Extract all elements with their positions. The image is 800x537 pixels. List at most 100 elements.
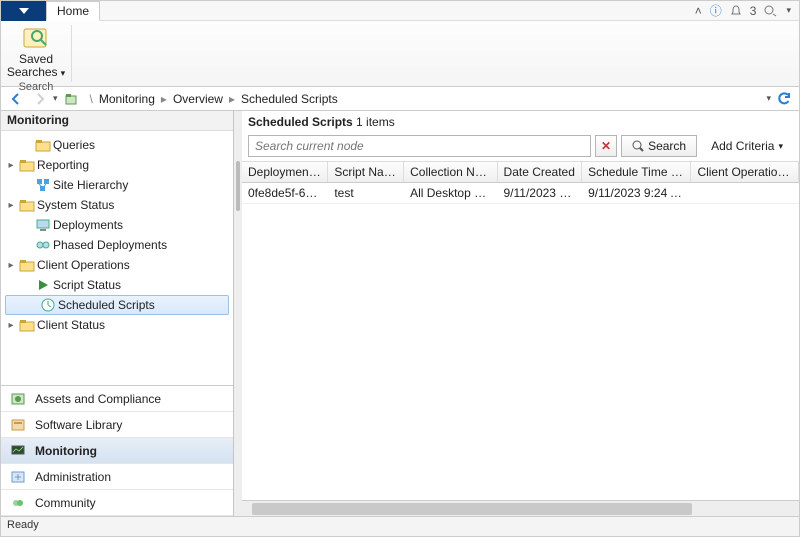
close-icon: ✕ (601, 139, 611, 153)
ribbon-separator (71, 25, 72, 82)
app-menu-tab[interactable] (1, 1, 47, 21)
breadcrumb-item-2[interactable]: Scheduled Scripts (239, 92, 340, 106)
notifications-count: 3 (750, 4, 757, 18)
tree-node-client-status[interactable]: ▸ Client Status (1, 315, 233, 335)
breadcrumb-item-1[interactable]: Overview (171, 92, 225, 106)
deploy-icon (35, 217, 51, 233)
workspace-label: Administration (35, 470, 111, 484)
help-icon[interactable]: ⓘ (710, 2, 722, 19)
add-criteria-button[interactable]: Add Criteria ▾ (701, 135, 793, 157)
folder-icon (35, 137, 51, 153)
list-count: 1 items (356, 115, 395, 129)
ribbon: Saved Searches ▾ Search (1, 21, 799, 87)
tree-node-label: Client Status (37, 318, 105, 332)
left-panel: Monitoring Queries ▸ Reporting Site Hierarc… (1, 111, 234, 516)
nav-tree[interactable]: Queries ▸ Reporting Site Hierarchy ▸ System S… (1, 131, 233, 385)
column-header[interactable]: Client Operation ID (691, 162, 799, 182)
results-grid[interactable]: Deployment IdScript NameCollection NameD… (242, 161, 799, 500)
cell: 9/11/2023 2:2... (497, 183, 582, 203)
tree-node-deployments[interactable]: Deployments (1, 215, 233, 235)
add-criteria-label: Add Criteria (711, 139, 774, 153)
cell (691, 183, 799, 203)
search-input[interactable] (248, 135, 591, 157)
tree-node-label: Reporting (37, 158, 89, 172)
folder-icon (19, 197, 35, 213)
arrow-left-icon (9, 92, 23, 106)
tree-node-label: System Status (37, 198, 114, 212)
play-icon (35, 277, 51, 293)
workspace-label: Monitoring (35, 444, 97, 458)
breadcrumb-sep: \ (88, 92, 95, 106)
content-panel: Scheduled Scripts 1 items ✕ Search Add C… (242, 111, 799, 516)
tree-node-reporting[interactable]: ▸ Reporting (1, 155, 233, 175)
cell: 9/11/2023 9:24 AM (582, 183, 691, 203)
scrollbar-thumb[interactable] (252, 503, 692, 515)
tree-node-queries[interactable]: Queries (1, 135, 233, 155)
phased-icon (35, 237, 51, 253)
tree-node-script-status[interactable]: Script Status (1, 275, 233, 295)
expand-icon[interactable]: ▸ (5, 260, 17, 271)
folder-icon (19, 317, 35, 333)
main-area: Monitoring Queries ▸ Reporting Site Hierarc… (1, 111, 799, 516)
column-header[interactable]: Script Name (328, 162, 404, 182)
expand-icon[interactable]: ▸ (5, 160, 17, 171)
tab-home[interactable]: Home (46, 1, 100, 21)
monitor-icon (9, 442, 27, 460)
workspace-monitoring[interactable]: Monitoring (1, 438, 233, 464)
nav-history-chevron[interactable]: ▾ (53, 93, 58, 104)
workspace-administration[interactable]: Administration (1, 464, 233, 490)
arrow-right-icon (33, 92, 47, 106)
library-icon (9, 416, 27, 434)
breadcrumb-item-0[interactable]: Monitoring (97, 92, 157, 106)
feedback-icon[interactable] (764, 5, 778, 17)
workspace-community[interactable]: Community (1, 490, 233, 516)
saved-searches-icon (20, 23, 52, 53)
list-title: Scheduled Scripts 1 items (242, 111, 799, 133)
nav-dropdown-icon[interactable]: ▾ (766, 93, 771, 104)
grid-body: 0fe8de5f-6ef5-...testAll Desktop and...9… (242, 183, 799, 204)
nav-refresh-button[interactable] (773, 89, 795, 109)
tree-node-client-operations[interactable]: ▸ Client Operations (1, 255, 233, 275)
column-header[interactable]: Schedule Time (UTC) (582, 162, 691, 182)
nav-back-button[interactable] (5, 89, 27, 109)
tree-node-label: Phased Deployments (53, 238, 167, 252)
search-button[interactable]: Search (621, 135, 697, 157)
expand-icon[interactable]: ▸ (5, 320, 17, 331)
saved-searches-button[interactable] (12, 23, 60, 53)
column-header[interactable]: Deployment Id (242, 162, 328, 182)
column-header[interactable]: Collection Name (404, 162, 497, 182)
folder-icon (19, 157, 35, 173)
breadcrumb: \ Monitoring ▸ Overview ▸ Scheduled Scri… (88, 92, 340, 106)
horizontal-scrollbar[interactable] (242, 500, 799, 516)
workspace-assets-and-compliance[interactable]: Assets and Compliance (1, 386, 233, 412)
ribbon-collapse-icon[interactable]: ˄ (695, 4, 702, 18)
notifications-icon[interactable] (730, 5, 742, 17)
column-header[interactable]: Date Created (498, 162, 583, 182)
workspace-label: Software Library (35, 418, 122, 432)
home-node-icon (64, 92, 78, 106)
tree-node-scheduled-scripts[interactable]: Scheduled Scripts (5, 295, 229, 315)
expand-icon[interactable]: ▸ (5, 200, 17, 211)
assets-icon (9, 390, 27, 408)
table-row[interactable]: 0fe8de5f-6ef5-...testAll Desktop and...9… (242, 183, 799, 204)
admin-icon (9, 468, 27, 486)
grid-header: Deployment IdScript NameCollection NameD… (242, 162, 799, 183)
tree-node-site-hierarchy[interactable]: Site Hierarchy (1, 175, 233, 195)
refresh-icon (777, 92, 791, 106)
tree-node-system-status[interactable]: ▸ System Status (1, 195, 233, 215)
site-icon (35, 177, 51, 193)
splitter[interactable] (234, 111, 242, 516)
tree-node-label: Queries (53, 138, 95, 152)
nav-home-button[interactable] (60, 89, 82, 109)
feedback-chevron-icon[interactable]: ▾ (786, 5, 791, 16)
list-title-text: Scheduled Scripts (248, 115, 353, 129)
chevron-down-icon: ▾ (778, 141, 783, 152)
tree-node-label: Client Operations (37, 258, 130, 272)
community-icon (9, 494, 27, 512)
workspace-software-library[interactable]: Software Library (1, 412, 233, 438)
nav-forward-button[interactable] (29, 89, 51, 109)
tree-node-phased-deployments[interactable]: Phased Deployments (1, 235, 233, 255)
tree-node-label: Deployments (53, 218, 123, 232)
clear-search-button[interactable]: ✕ (595, 135, 617, 157)
chevron-down-icon (19, 6, 29, 16)
